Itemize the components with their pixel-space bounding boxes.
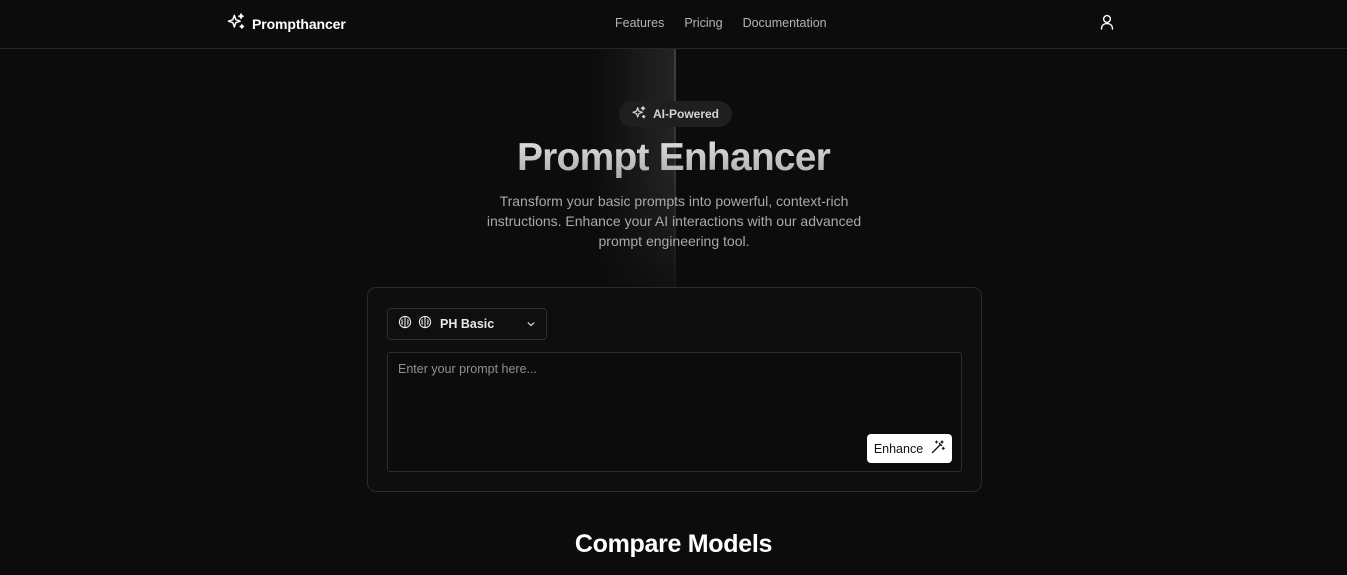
page-subtitle: Transform your basic prompts into powerf…	[486, 193, 862, 249]
sparkles-icon	[631, 105, 647, 124]
user-account-button[interactable]	[1098, 14, 1116, 34]
prompt-editor-card: PH Basic Enhance	[367, 287, 982, 492]
ai-powered-badge: AI-Powered	[619, 101, 733, 127]
brain-icon	[398, 315, 412, 334]
compare-models-heading: Compare Models	[574, 530, 773, 558]
sparkles-icon	[226, 12, 246, 37]
user-icon	[1100, 14, 1114, 35]
enhance-button-label: Enhance	[873, 441, 924, 456]
nav-link-features[interactable]: Features	[615, 16, 664, 30]
top-nav-bar: Prompthancer Features Pricing Documentat…	[0, 0, 1347, 49]
main-nav: Features Pricing Documentation	[615, 16, 827, 30]
page: Prompthancer Features Pricing Documentat…	[0, 0, 1347, 575]
badge-label: AI-Powered	[653, 107, 720, 121]
nav-link-documentation[interactable]: Documentation	[743, 16, 827, 30]
model-select-value: PH Basic	[440, 317, 495, 331]
enhance-button[interactable]: Enhance	[867, 434, 952, 463]
wand-icon	[931, 440, 946, 457]
page-title: Prompt Enhancer	[0, 136, 1347, 180]
brand-logo-link[interactable]: Prompthancer	[226, 12, 346, 37]
brain-icon	[418, 315, 432, 334]
chevron-down-icon	[526, 319, 536, 329]
spotlight-edge	[674, 48, 676, 318]
model-select-dropdown[interactable]: PH Basic	[387, 308, 547, 340]
brand-name: Prompthancer	[252, 16, 346, 32]
nav-link-pricing[interactable]: Pricing	[684, 16, 722, 30]
spotlight-beam	[588, 48, 676, 328]
